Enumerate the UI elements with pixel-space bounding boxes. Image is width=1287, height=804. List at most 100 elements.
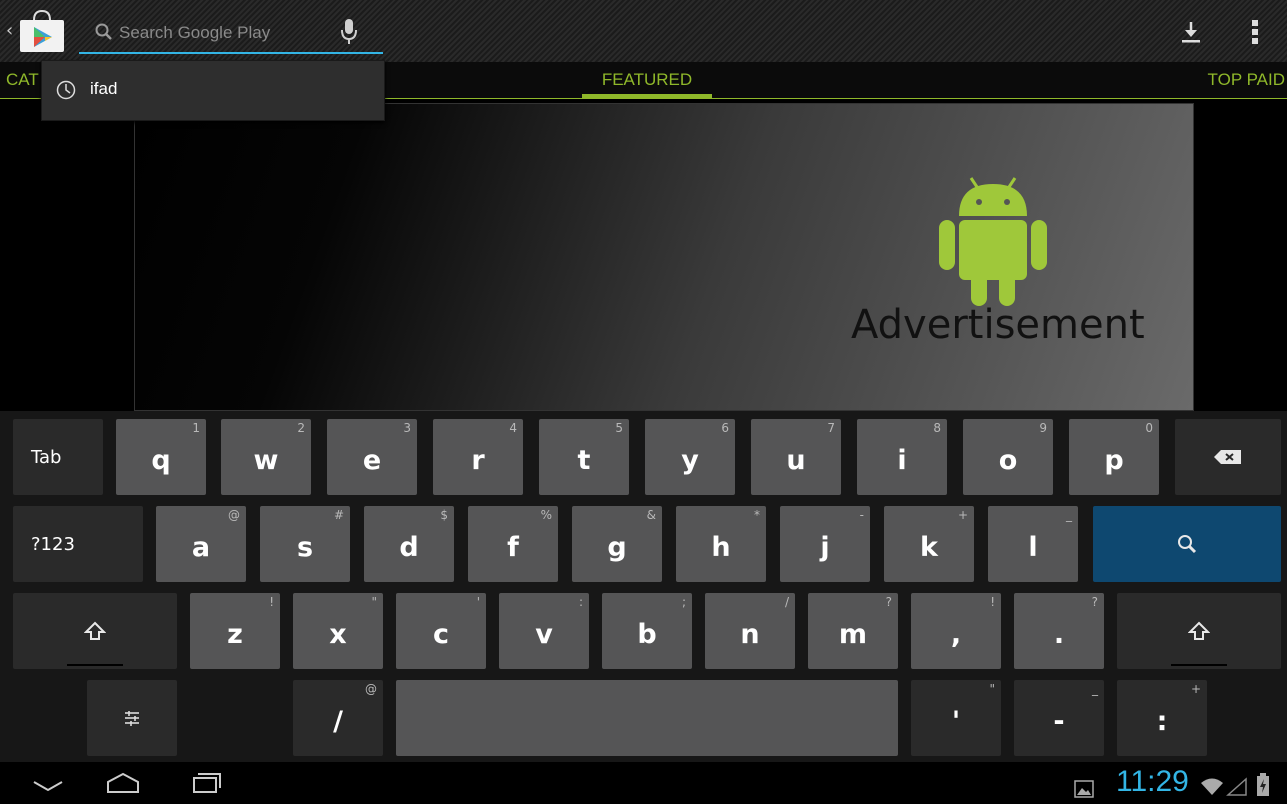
- key-search[interactable]: [1093, 506, 1281, 582]
- backspace-icon: [1214, 450, 1241, 464]
- key-settings[interactable]: [87, 680, 177, 756]
- key-o[interactable]: o9: [963, 419, 1053, 495]
- tab-categories[interactable]: CAT: [6, 70, 39, 90]
- key-a[interactable]: a @: [156, 506, 246, 582]
- key-r[interactable]: r4: [433, 419, 523, 495]
- key-label: u: [786, 444, 806, 476]
- key-hint: 0: [1145, 421, 1153, 435]
- history-clock-icon: [56, 80, 76, 100]
- key-space[interactable]: [396, 680, 898, 756]
- key-hint: 6: [721, 421, 729, 435]
- key-shift-right[interactable]: [1117, 593, 1281, 669]
- key-hint: $: [440, 508, 448, 522]
- gallery-notification-icon[interactable]: [1074, 774, 1094, 804]
- overflow-menu-icon[interactable]: [1250, 18, 1260, 46]
- key-tab[interactable]: Tab: [13, 419, 103, 495]
- key-label: l: [1028, 531, 1038, 563]
- key-label: ,: [950, 618, 962, 650]
- microphone-icon[interactable]: [341, 18, 357, 46]
- key-label: m: [838, 618, 868, 650]
- tab-featured[interactable]: FEATURED: [582, 70, 712, 90]
- key-p[interactable]: p0: [1069, 419, 1159, 495]
- key-label: y: [681, 444, 699, 476]
- signal-icon: [1226, 777, 1247, 796]
- key-v[interactable]: v:: [499, 593, 589, 669]
- key-label: /: [333, 705, 343, 737]
- key-hint: ;: [681, 595, 686, 609]
- key-c[interactable]: c ': [396, 593, 486, 669]
- search-input[interactable]: [119, 20, 359, 46]
- key-t[interactable]: t5: [539, 419, 629, 495]
- google-play-logo-icon[interactable]: [18, 8, 66, 54]
- key-hint: !: [990, 595, 995, 609]
- key-f[interactable]: f%: [468, 506, 558, 582]
- key-x[interactable]: x ": [293, 593, 383, 669]
- key-label: t: [577, 444, 591, 476]
- shift-indicator: [1171, 664, 1227, 666]
- key-u[interactable]: u7: [751, 419, 841, 495]
- key-slash[interactable]: / @: [293, 680, 383, 756]
- key-e[interactable]: e3: [327, 419, 417, 495]
- search-suggestion-item[interactable]: ifad: [41, 60, 385, 121]
- key-hint: +: [1190, 682, 1201, 696]
- key-g[interactable]: g &: [572, 506, 662, 582]
- key-label: d: [399, 531, 419, 563]
- recent-apps-icon[interactable]: [188, 768, 224, 798]
- system-bar: 11:29: [0, 762, 1287, 803]
- shift-indicator: [67, 664, 123, 666]
- key-hint: 8: [933, 421, 941, 435]
- key-label: k: [920, 531, 938, 563]
- back-chevron-icon[interactable]: ‹: [6, 20, 13, 41]
- key-h[interactable]: h *: [676, 506, 766, 582]
- key-w[interactable]: w2: [221, 419, 311, 495]
- key-hint: _: [1092, 682, 1098, 696]
- key-z[interactable]: z!: [190, 593, 280, 669]
- key-period[interactable]: .?: [1014, 593, 1104, 669]
- key-hint: 1: [192, 421, 200, 435]
- key-symbols[interactable]: ?123: [13, 506, 143, 582]
- key-label: :: [1156, 705, 1168, 737]
- search-icon: [95, 23, 112, 40]
- key-label: e: [362, 444, 382, 476]
- home-icon[interactable]: [105, 768, 141, 798]
- key-l[interactable]: l _: [988, 506, 1078, 582]
- key-hint: ': [476, 595, 480, 609]
- banner-title: Advertisement: [851, 302, 1145, 348]
- key-hint: :: [578, 595, 583, 609]
- key-hint: @: [365, 682, 377, 696]
- key-label: -: [1053, 705, 1065, 737]
- key-label: i: [897, 444, 907, 476]
- key-hint: 9: [1039, 421, 1047, 435]
- download-icon[interactable]: [1180, 20, 1202, 44]
- key-colon[interactable]: : +: [1117, 680, 1207, 756]
- shift-icon: [84, 621, 106, 640]
- tab-top-paid[interactable]: TOP PAID: [1208, 70, 1285, 90]
- key-y[interactable]: y6: [645, 419, 735, 495]
- wifi-icon: [1201, 778, 1223, 795]
- key-d[interactable]: d $: [364, 506, 454, 582]
- key-m[interactable]: m?: [808, 593, 898, 669]
- key-comma[interactable]: ,!: [911, 593, 1001, 669]
- key-tab-label: Tab: [31, 446, 62, 468]
- key-hint: 5: [615, 421, 623, 435]
- key-n[interactable]: n /: [705, 593, 795, 669]
- key-i[interactable]: i8: [857, 419, 947, 495]
- key-k[interactable]: k +: [884, 506, 974, 582]
- key-label: z: [227, 618, 243, 650]
- key-j[interactable]: j-: [780, 506, 870, 582]
- key-s[interactable]: s #: [260, 506, 350, 582]
- key-apostrophe[interactable]: ' ": [911, 680, 1001, 756]
- search-box[interactable]: [79, 14, 383, 54]
- key-q[interactable]: q1: [116, 419, 206, 495]
- key-b[interactable]: b;: [602, 593, 692, 669]
- hide-keyboard-chevron-icon[interactable]: [30, 768, 66, 798]
- key-shift-left[interactable]: [13, 593, 177, 669]
- key-label: s: [296, 531, 314, 563]
- search-key-icon: [1178, 535, 1197, 554]
- key-dash[interactable]: - _: [1014, 680, 1104, 756]
- key-label: p: [1104, 444, 1124, 476]
- key-hint: &: [646, 508, 656, 522]
- key-label: r: [471, 444, 485, 476]
- advertisement-banner[interactable]: Advertisement: [134, 103, 1194, 411]
- key-backspace[interactable]: [1175, 419, 1281, 495]
